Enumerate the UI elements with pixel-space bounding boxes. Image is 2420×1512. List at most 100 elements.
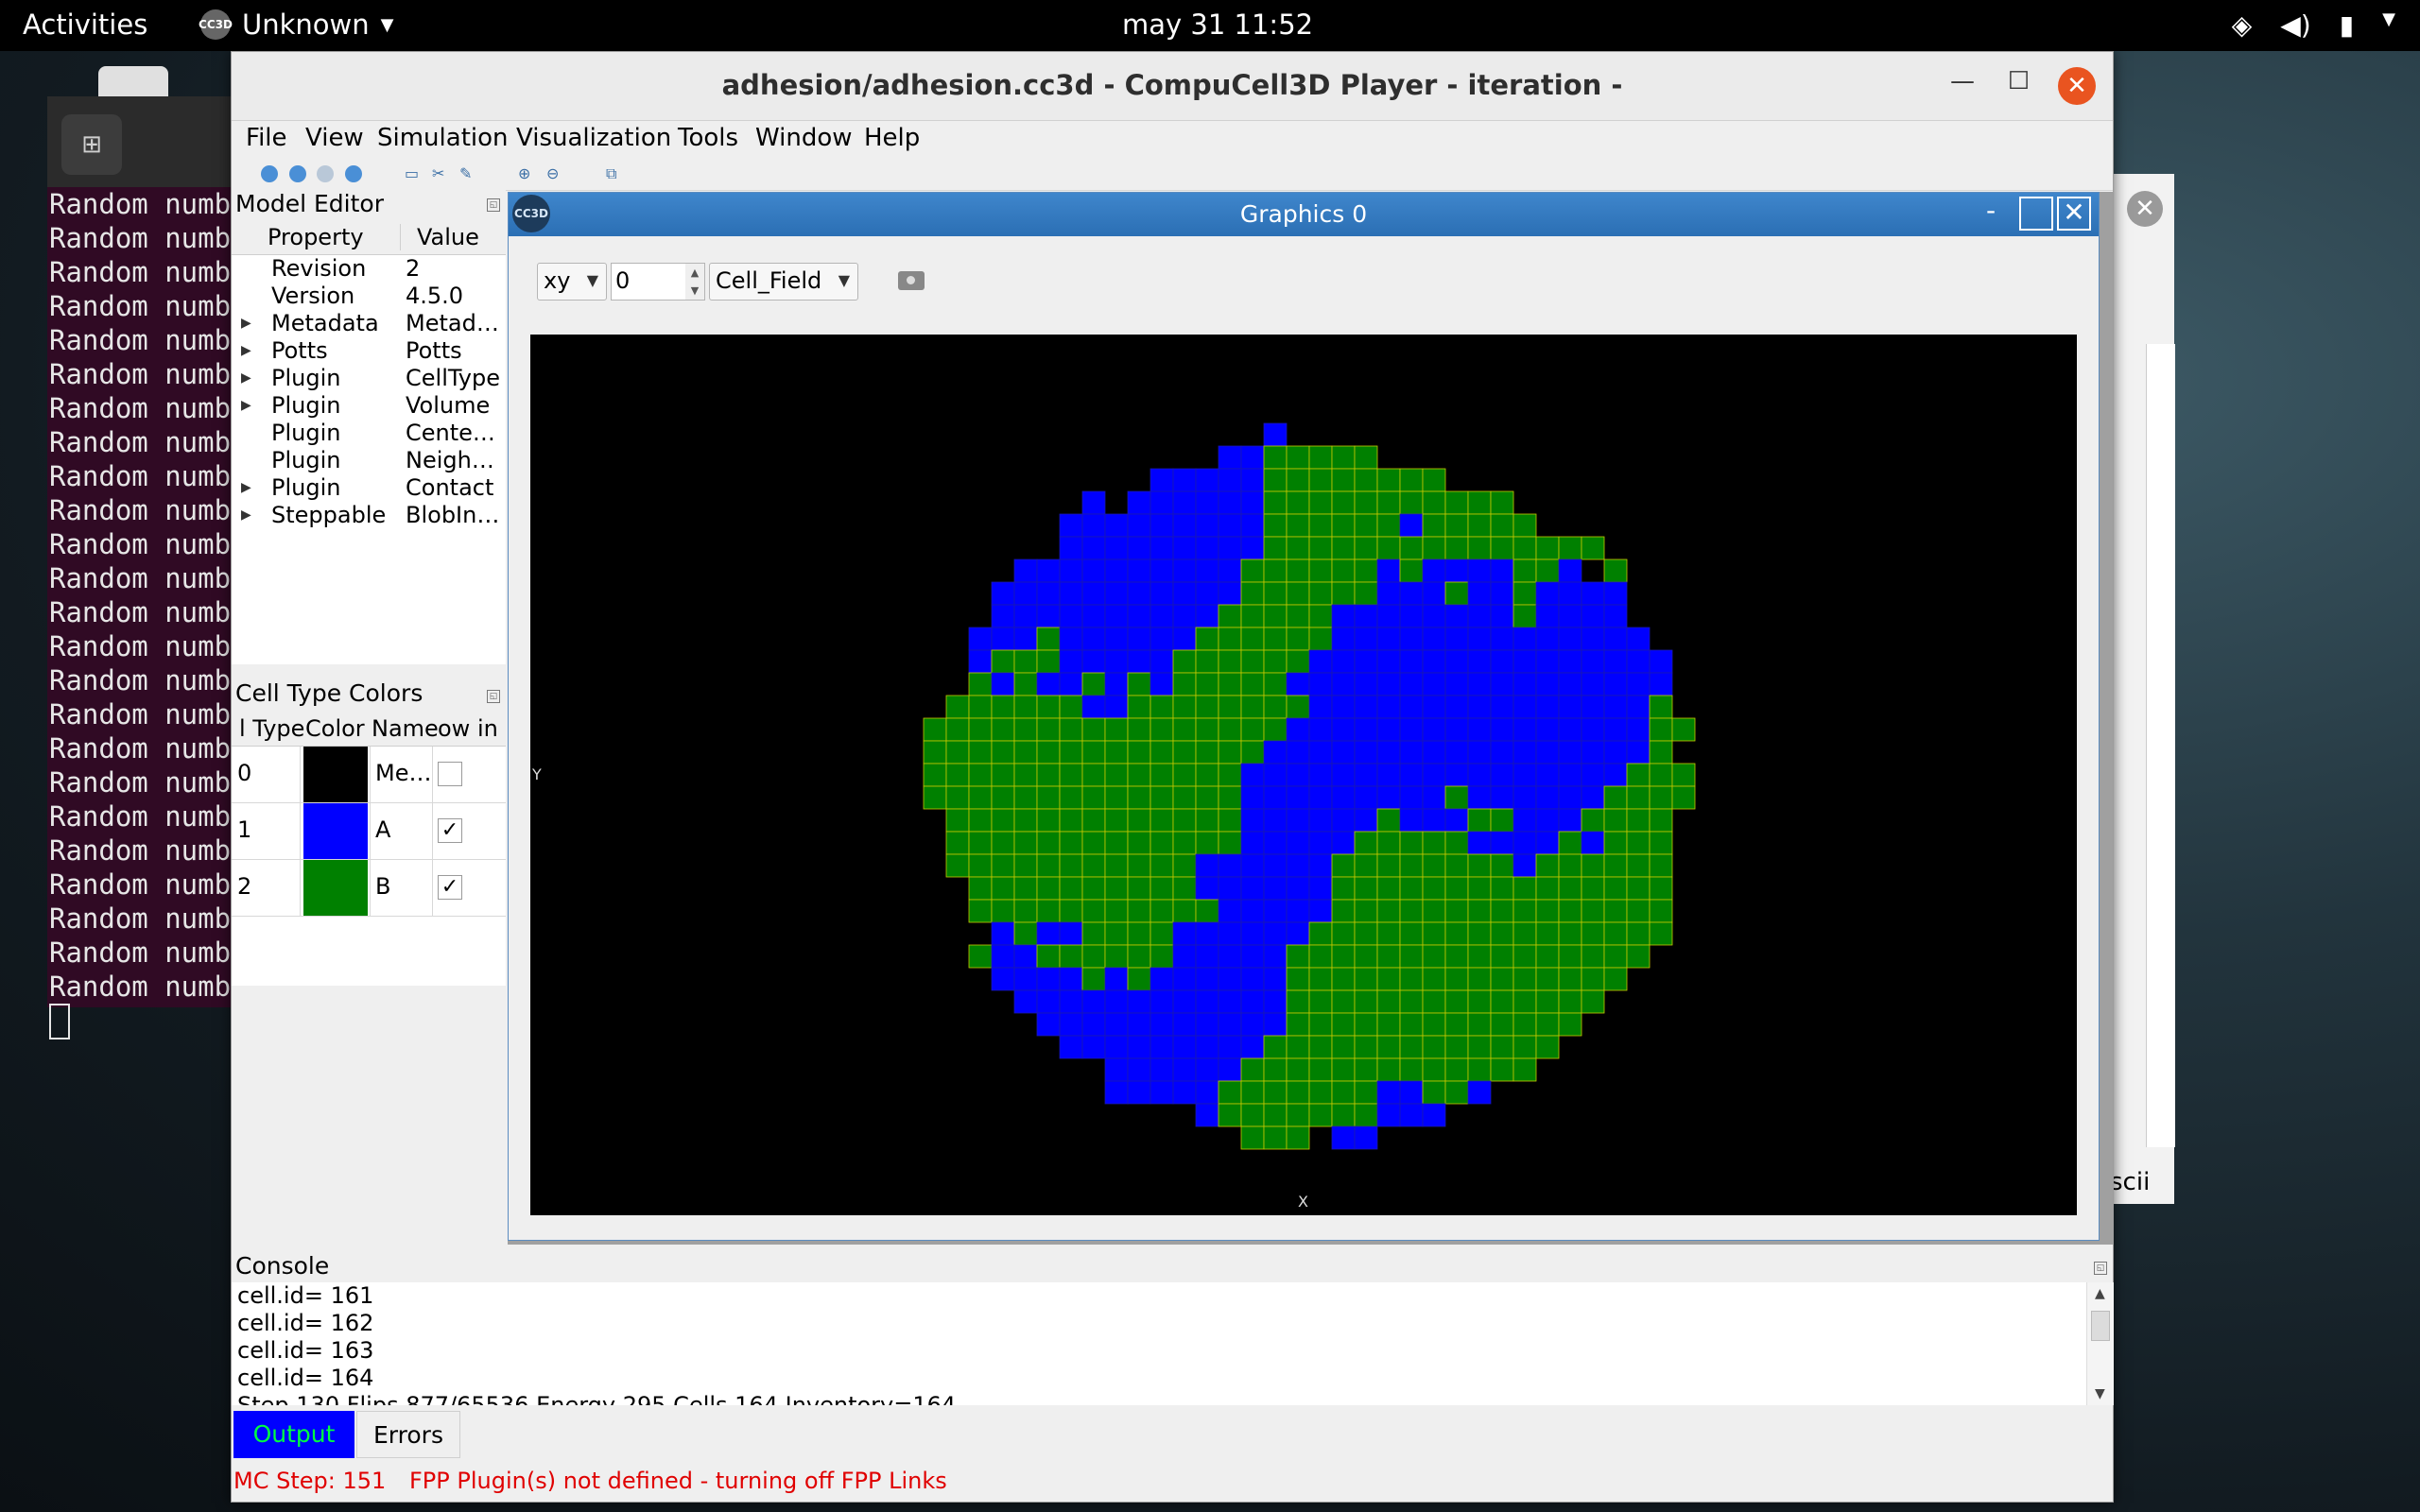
tree-item[interactable]: ▶ Metadata Metad… [232,310,506,337]
activities-button[interactable]: Activities [23,9,147,41]
app-menu-label: Unknown [242,9,370,41]
menu-help[interactable]: Help [864,124,920,152]
console-scrollbar[interactable]: ▲ ▼ [2086,1282,2114,1405]
cell-color-swatch[interactable] [303,747,368,802]
cell-color-swatch[interactable] [303,860,368,916]
expand-arrow-icon[interactable]: ▶ [241,316,251,331]
slice-spinbox[interactable]: 0 ▲ ▼ [611,263,705,301]
column-cell-type[interactable]: l Type [239,715,304,742]
menu-tools[interactable]: Tools [678,124,738,152]
tab-errors[interactable]: Errors [356,1411,460,1458]
tree-item[interactable]: ▶ Potts Potts [232,337,506,365]
step-icon[interactable] [317,165,334,182]
menu-file[interactable]: File [246,124,287,152]
expand-arrow-icon[interactable]: ▶ [241,398,251,413]
menu-view[interactable]: View [305,124,364,152]
cell-type-a [1081,604,1106,628]
cell-type-a [1422,581,1446,606]
cell-type-row[interactable]: 1 A ✓ [232,803,506,860]
zoom-out-icon[interactable]: ⊖ [546,165,563,182]
spin-arrows-icon[interactable]: ▲ ▼ [685,264,704,300]
clock[interactable]: may 31 11:52 [1122,9,1313,41]
scroll-down-icon[interactable]: ▼ [2095,1386,2105,1401]
column-value[interactable]: Value [417,224,479,250]
expand-arrow-icon[interactable]: ▶ [241,480,251,495]
show-checkbox[interactable]: ✓ [438,875,462,900]
cell-type-a [1286,672,1310,696]
menu-window[interactable]: Window [755,124,853,152]
cell-type-b [1172,763,1197,787]
tree-item[interactable]: ▶ Plugin CellType [232,365,506,392]
dock-float-icon[interactable]: ◱ [2094,1262,2107,1275]
cell-type-b [1354,513,1378,538]
scroll-thumb[interactable] [2091,1311,2110,1341]
tree-item[interactable]: ▶ Steppable BlobIn… [232,502,506,529]
expand-arrow-icon[interactable]: ▶ [241,370,251,386]
tree-item[interactable]: ▶ Plugin Contact [232,474,506,502]
show-checkbox[interactable]: ✓ [438,818,462,843]
cell-type-row[interactable]: 0 Me… [232,747,506,803]
cell-type-a [1104,581,1129,606]
column-color[interactable]: Color [305,715,365,742]
cell-type-b [1308,967,1333,991]
new-tab-icon[interactable]: ⊞ [61,114,122,175]
tab-output[interactable]: Output [233,1411,354,1458]
close-button[interactable]: ✕ [2058,67,2096,105]
zoom-in-icon[interactable]: ⊕ [518,165,535,182]
tree-item[interactable]: ▶ Plugin Volume [232,392,506,420]
column-show-in[interactable]: ow in [438,715,498,742]
cell-type-b [1195,627,1219,651]
cell-type-b [1218,649,1242,674]
tree-item[interactable]: Revision 2 [232,255,506,283]
column-name[interactable]: Name [372,715,439,742]
field-select[interactable]: Cell_Field ▼ [709,263,858,301]
cell-type-b [1512,581,1537,606]
pause-icon[interactable] [345,165,362,182]
cell-color-swatch[interactable] [303,803,368,859]
maximize-button[interactable]: ☐ [2008,67,2030,95]
graphics-titlebar[interactable]: CC3D Graphics 0 - ✕ [509,193,2099,236]
save-screenshot-icon[interactable]: ▭ [405,165,422,182]
menu-visualization[interactable]: Visualization [516,124,671,152]
graphics-subwindow[interactable]: CC3D Graphics 0 - ✕ xy ▼ 0 ▲ ▼ Cell_Field… [508,192,2100,1241]
tree-item[interactable]: Plugin Neigh… [232,447,506,474]
expand-arrow-icon[interactable]: ▶ [241,507,251,523]
cell-type-a [1354,785,1378,810]
subwindow-close-button[interactable]: ✕ [2057,197,2091,231]
model-editor-tree[interactable]: Property Value Revision 2 Version 4.5.0 ▶ Met… [232,220,506,664]
dock-float-icon[interactable]: ◱ [487,198,500,212]
cell-type-b [1195,695,1219,719]
edit-icon[interactable]: ✎ [459,165,476,182]
cell-type-row[interactable]: 2 B ✓ [232,860,506,917]
window-titlebar[interactable]: adhesion/adhesion.cc3d - CompuCell3D Pla… [232,52,2113,121]
scrollbar[interactable] [2146,344,2175,1147]
tree-item[interactable]: Plugin Cente… [232,420,506,447]
minimize-button[interactable]: — [1950,67,1975,95]
open-sim-icon[interactable] [261,165,278,182]
terminal-window[interactable]: ⊞ Random numb Random numb Random numb Rando… [47,96,255,1040]
console-output[interactable]: cell.id= 161 cell.id= 162 cell.id= 163 cell… [232,1282,2086,1405]
system-tray[interactable]: ◈ ◀) ▮ ▼ [2232,9,2395,41]
show-checkbox[interactable] [438,762,462,786]
cell-type-b [991,831,1015,855]
cell-type-b [1172,831,1197,855]
column-property[interactable]: Property [268,224,364,250]
camera-icon[interactable] [898,271,925,290]
app-menu[interactable]: CC3D Unknown ▼ [199,9,393,41]
scroll-up-icon[interactable]: ▲ [2095,1286,2105,1301]
tree-item[interactable]: Version 4.5.0 [232,283,506,310]
cell-field-canvas[interactable]: Y X [530,335,2077,1215]
dock-float-icon[interactable]: ◱ [487,690,500,703]
expand-arrow-icon[interactable]: ▶ [241,343,251,358]
cell-type-a [1331,763,1356,787]
new-graphics-window-icon[interactable]: ⧉ [606,165,623,182]
close-icon[interactable]: ✕ [2127,191,2163,227]
run-icon[interactable] [289,165,306,182]
cell-type-b [1354,831,1378,855]
subwindow-minimize-button[interactable]: - [1974,197,2008,231]
plane-select[interactable]: xy ▼ [537,263,607,301]
tools-icon[interactable]: ✂ [432,165,449,182]
cell-type-b [1467,808,1492,833]
subwindow-maximize-button[interactable] [2019,197,2053,231]
menu-simulation[interactable]: Simulation [377,124,509,152]
